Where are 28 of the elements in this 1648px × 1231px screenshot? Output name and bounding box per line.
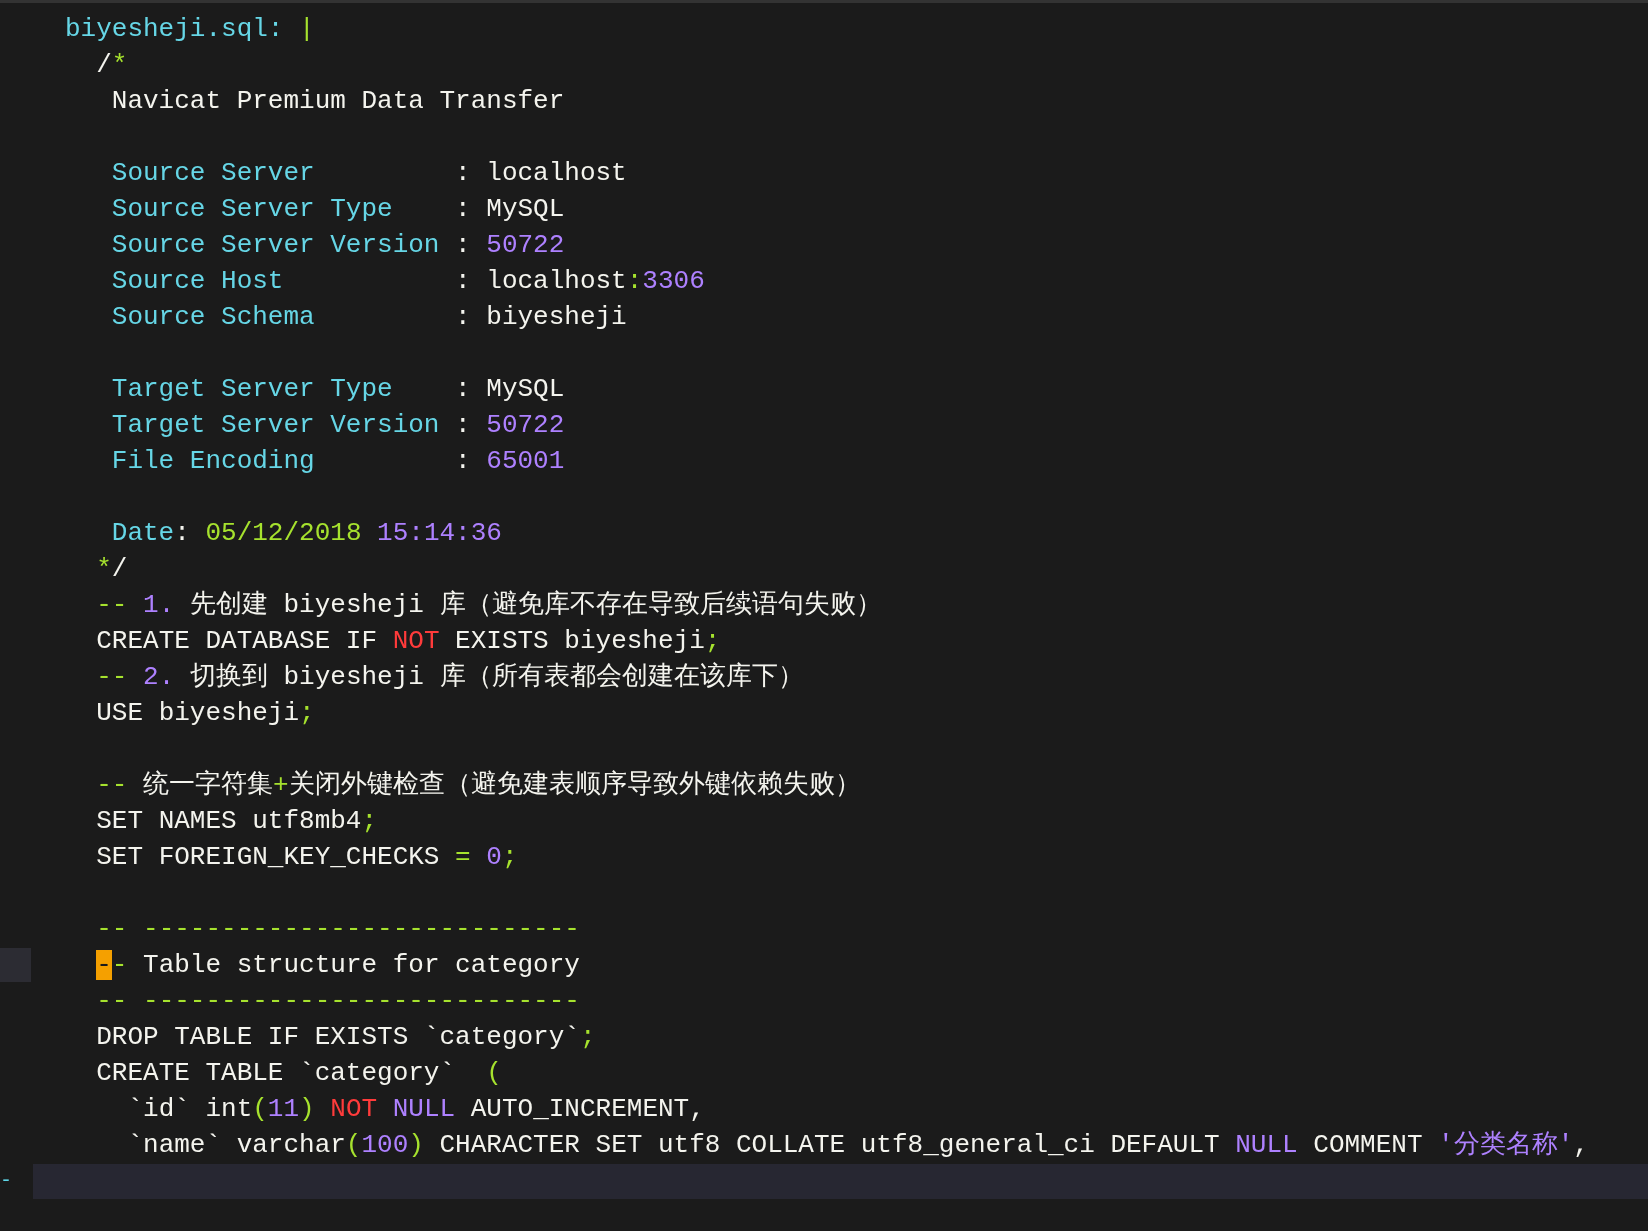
code-line: Source Server Type : MySQL [110, 194, 565, 224]
code-line: `id` int(11) NOT NULL AUTO_INCREMENT, [126, 1094, 705, 1124]
code-line: -- 2. 切换到 biyesheji 库（所有表都会创建在该库下） [95, 662, 804, 692]
code-line: SET FOREIGN_KEY_CHECKS = 0; [95, 842, 518, 872]
code-line: Source Server : localhost [110, 158, 627, 188]
code-line: -- ---------------------------- [95, 914, 580, 944]
code-line: -- Table structure for category [95, 950, 580, 980]
code-line: Source Schema : biyesheji [110, 302, 627, 332]
code-line: USE biyesheji; [95, 698, 315, 728]
code-line: */ [95, 554, 128, 584]
code-line: Date: 05/12/2018 15:14:36 [110, 518, 502, 548]
code-line: DROP TABLE IF EXISTS `category`; [95, 1022, 596, 1052]
code-line: /* [95, 50, 128, 80]
code-line: File Encoding : 65001 [110, 446, 565, 476]
code-line: biyesheji.sql: | [65, 14, 315, 44]
code-line: -- ---------------------------- [95, 986, 580, 1016]
code-line: -- 统一字符集+关闭外键检查（避免建表顺序导致外键依赖失败） [95, 770, 861, 800]
code-line: Source Server Version : 50722 [110, 230, 565, 260]
gutter-sign: - [0, 1168, 12, 1194]
code-line: Target Server Version : 50722 [110, 410, 565, 440]
code-line: SET NAMES utf8mb4; [95, 806, 378, 836]
code-line: Target Server Type : MySQL [110, 374, 565, 404]
code-line: -- 1. 先创建 biyesheji 库（避免库不存在导致后续语句失败） [95, 590, 882, 620]
code-line: CREATE DATABASE IF NOT EXISTS biyesheji; [95, 626, 721, 656]
code-line: Source Host : localhost:3306 [110, 266, 705, 296]
code-line: `name` varchar(100) CHARACTER SET utf8 COLLATE utf8_general_ci DEFAULT NULL COMMENT '分类名称', [126, 1130, 1589, 1160]
code-line: Navicat Premium Data Transfer [110, 86, 565, 116]
code-line: CREATE TABLE `category` ( [95, 1058, 502, 1088]
